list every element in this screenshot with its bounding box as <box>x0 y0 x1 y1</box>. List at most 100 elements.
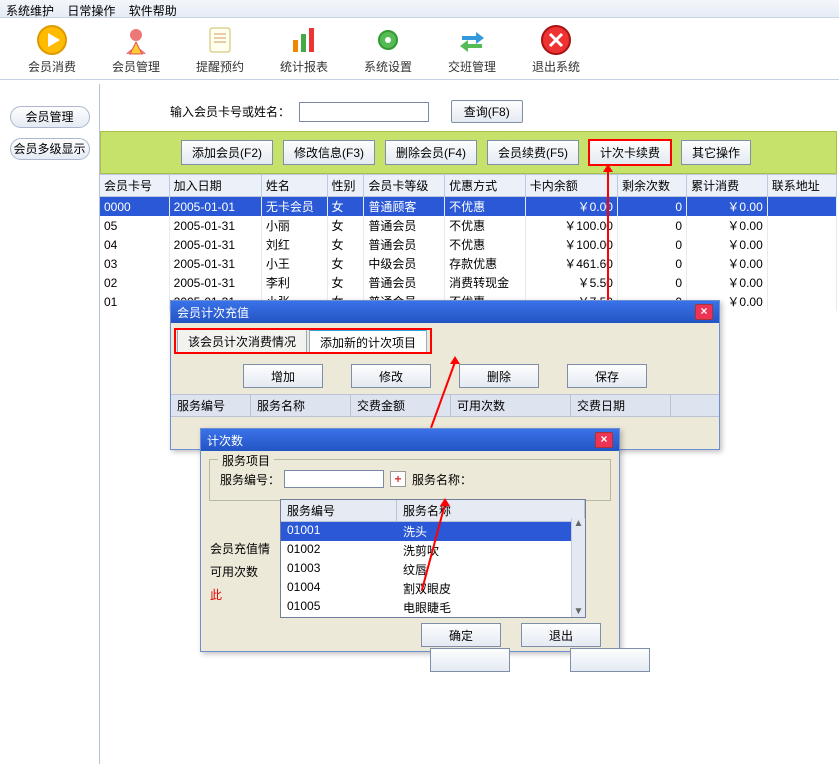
stray-btn-1[interactable] <box>430 648 510 672</box>
toolbar-label: 交班管理 <box>448 58 496 75</box>
stray-btn-2[interactable] <box>570 648 650 672</box>
stats-icon <box>288 24 320 56</box>
tab-consume-history[interactable]: 该会员计次消费情况 <box>177 329 307 354</box>
close-icon[interactable]: × <box>595 432 613 448</box>
cell: ￥5.50 <box>525 273 617 292</box>
col-header[interactable]: 累计消费 <box>687 175 768 197</box>
ok-button[interactable]: 确定 <box>421 623 501 647</box>
dlg-save-button[interactable]: 保存 <box>567 364 647 388</box>
remind-icon <box>204 24 236 56</box>
dropdown-item[interactable]: 01002洗剪吹 <box>281 541 585 560</box>
dropdown-item[interactable]: 01005电眼睫毛 <box>281 598 585 617</box>
table-row[interactable]: 042005-01-31刘红女普通会员不优惠￥100.000￥0.00 <box>100 235 837 254</box>
search-input[interactable] <box>299 102 429 122</box>
count-card-renew-button[interactable]: 计次卡续费 <box>589 140 671 165</box>
cell: 小王 <box>261 254 327 273</box>
scroll-up-icon[interactable]: ▲ <box>574 518 584 529</box>
cell <box>767 197 836 217</box>
svc-no-input[interactable] <box>284 470 384 488</box>
table-row[interactable]: 00002005-01-01无卡会员女普通顾客不优惠￥0.000￥0.00 <box>100 197 837 217</box>
dlg-add-button[interactable]: 增加 <box>243 364 323 388</box>
dd-hdr-no: 服务编号 <box>281 500 397 521</box>
member-manage-button[interactable]: 会员管理 <box>10 106 90 128</box>
table-row[interactable]: 032005-01-31小王女中级会员存款优惠￥461.600￥0.00 <box>100 254 837 273</box>
add-member-button[interactable]: 添加会员(F2) <box>181 140 273 165</box>
other-ops-button[interactable]: 其它操作 <box>681 140 751 165</box>
close-icon[interactable]: × <box>695 304 713 320</box>
cell <box>767 216 836 235</box>
query-button[interactable]: 查询(F8) <box>451 100 523 123</box>
dlg-del-button[interactable]: 删除 <box>459 364 539 388</box>
dropdown-item[interactable]: 01001洗头 <box>281 522 585 541</box>
cell: 小丽 <box>261 216 327 235</box>
toolbar-label: 会员管理 <box>112 58 160 75</box>
col-header[interactable]: 姓名 <box>261 175 327 197</box>
menu-daily[interactable]: 日常操作 <box>67 4 115 18</box>
tab-add-count-item[interactable]: 添加新的计次项目 <box>309 329 427 354</box>
cell: 0 <box>617 273 686 292</box>
toolbar-remind[interactable]: 提醒预约 <box>192 24 248 75</box>
cell: 2005-01-31 <box>169 273 261 292</box>
dd-cell-name: 割双眼皮 <box>397 579 457 598</box>
col-header[interactable]: 加入日期 <box>169 175 261 197</box>
side-labels: 会员充值情 可用次数 此 <box>210 540 270 609</box>
table-row[interactable]: 052005-01-31小丽女普通会员不优惠￥100.000￥0.00 <box>100 216 837 235</box>
table-row[interactable]: 022005-01-31李利女普通会员消费转现金￥5.500￥0.00 <box>100 273 837 292</box>
col-header[interactable]: 卡内余额 <box>525 175 617 197</box>
stray-buttons <box>430 648 650 672</box>
dropdown-item[interactable]: 01004割双眼皮 <box>281 579 585 598</box>
service-dropdown[interactable]: 服务编号 服务名称 01001洗头01002洗剪吹01003纹唇01004割双眼… <box>280 499 586 618</box>
svc-name-label: 服务名称： <box>412 471 472 488</box>
member-table[interactable]: 会员卡号加入日期姓名性别会员卡等级优惠方式卡内余额剩余次数累计消费联系地址 00… <box>100 174 837 311</box>
cell: 0 <box>617 254 686 273</box>
cell: 2005-01-31 <box>169 235 261 254</box>
col-header[interactable]: 优惠方式 <box>445 175 526 197</box>
cell <box>767 235 836 254</box>
cell: 存款优惠 <box>445 254 526 273</box>
col-header[interactable]: 会员卡号 <box>100 175 169 197</box>
edit-member-button[interactable]: 修改信息(F3) <box>283 140 375 165</box>
shift-icon <box>456 24 488 56</box>
toolbar-label: 系统设置 <box>364 58 412 75</box>
toolbar-manage[interactable]: 会员管理 <box>108 24 164 75</box>
cell: ￥0.00 <box>687 235 768 254</box>
cell: ￥0.00 <box>687 197 768 217</box>
cell: 普通会员 <box>364 273 445 292</box>
col-header[interactable]: 性别 <box>327 175 364 197</box>
toolbar-settings[interactable]: 系统设置 <box>360 24 416 75</box>
sub-header: 交费日期 <box>571 395 671 416</box>
menu-help[interactable]: 软件帮助 <box>129 4 177 18</box>
menu-sys[interactable]: 系统维护 <box>6 4 54 18</box>
toolbar-exit[interactable]: 退出系统 <box>528 24 584 75</box>
scroll-down-icon[interactable]: ▼ <box>574 606 584 617</box>
toolbar-consume[interactable]: 会员消费 <box>24 24 80 75</box>
dlg-edit-button[interactable]: 修改 <box>351 364 431 388</box>
cell: 03 <box>100 254 169 273</box>
col-header[interactable]: 剩余次数 <box>617 175 686 197</box>
delete-member-button[interactable]: 删除会员(F4) <box>385 140 477 165</box>
cell: 02 <box>100 273 169 292</box>
svc-no-label: 服务编号： <box>220 471 280 488</box>
menubar: 系统维护 日常操作 软件帮助 <box>0 0 839 18</box>
toolbar-shift[interactable]: 交班管理 <box>444 24 500 75</box>
exit-button[interactable]: 退出 <box>521 623 601 647</box>
renew-member-button[interactable]: 会员续费(F5) <box>487 140 579 165</box>
cell: 0 <box>617 235 686 254</box>
cell: ￥0.00 <box>525 197 617 217</box>
cell: 05 <box>100 216 169 235</box>
dd-cell-name: 洗头 <box>397 522 433 541</box>
lookup-icon[interactable]: + <box>390 471 406 487</box>
recharge-dialog-title: 会员计次充值 <box>177 304 249 321</box>
dropdown-item[interactable]: 01003纹唇 <box>281 560 585 579</box>
col-header[interactable]: 会员卡等级 <box>364 175 445 197</box>
member-multi-button[interactable]: 会员多级显示 <box>10 138 90 160</box>
scrollbar[interactable]: ▲ ▼ <box>571 518 585 617</box>
cell: 2005-01-31 <box>169 254 261 273</box>
cell <box>767 292 836 311</box>
col-header[interactable]: 联系地址 <box>767 175 836 197</box>
main-toolbar: 会员消费会员管理 提醒预约统计报表系统设置 交班管理 退出系统 <box>0 18 839 80</box>
ops-bar: 添加会员(F2) 修改信息(F3) 删除会员(F4) 会员续费(F5) 计次卡续… <box>100 131 837 174</box>
toolbar-stats[interactable]: 统计报表 <box>276 24 332 75</box>
cell: 中级会员 <box>364 254 445 273</box>
sub-header: 服务名称 <box>251 395 351 416</box>
